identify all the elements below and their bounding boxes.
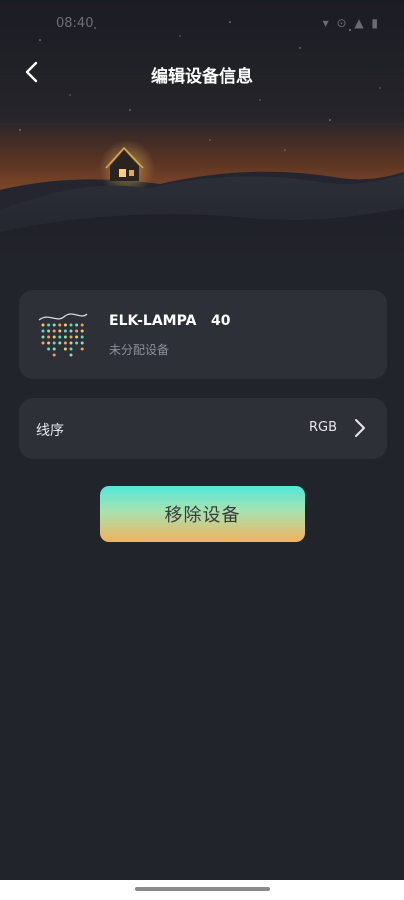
system-navigation-bar [0,880,404,900]
device-status: 未分配设备 [109,343,170,357]
status-time: 08:40 [56,16,94,31]
device-name: ELK-LAMPA 40 [109,313,231,329]
wire-order-value: RGB [308,420,337,435]
device-card: ELK-LAMPA 40 未分配设备 [19,290,387,379]
page-title: 编辑设备信息 [151,67,253,87]
wire-order-label: 线序 [36,423,64,439]
remove-device-label: 移除设备 [164,505,241,526]
curtain-light-icon [38,313,88,357]
home-indicator[interactable] [135,887,270,891]
status-bar: 08:40 ▾ ⊙ ▲ ▮ [0,0,404,40]
remove-device-button[interactable]: 移除设备 [100,486,305,542]
wire-order-row[interactable]: 线序 RGB [19,398,387,459]
chevron-right-icon [355,419,365,437]
edit-device-screen: 08:40 ▾ ⊙ ▲ ▮ 编辑设备信息 ELK-LAMPA 40 未分配设备 … [0,0,404,900]
status-icons: ▾ ⊙ ▲ ▮ [322,16,380,30]
